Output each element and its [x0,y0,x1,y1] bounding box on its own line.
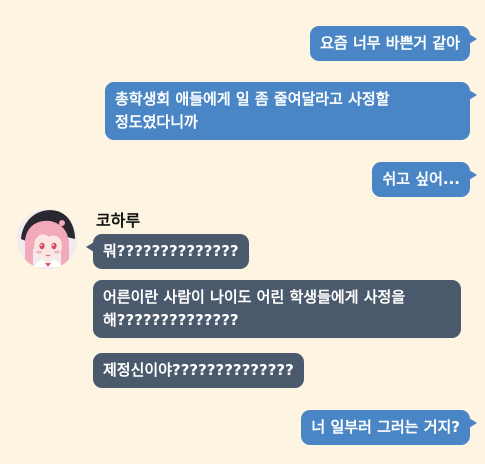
message-bubble-outgoing: 요즘 너무 바쁜거 같아 [310,26,477,61]
avatar-icon [17,209,77,269]
message-text: 쉬고 싶어... [382,170,460,188]
message-bubble-incoming: 제정신이야?????????????? [93,353,304,388]
sender-name: 코하루 [96,211,141,230]
message-bubble-incoming: 뭐?????????????? [86,234,249,269]
message-text: 제정신이야?????????????? [103,361,294,379]
message-text: 너 일부러 그러는 거지? [311,418,460,436]
message-bubble-outgoing: 너 일부러 그러는 거지? [301,410,477,445]
message-text: 요즘 너무 바쁜거 같아 [320,34,460,52]
message-bubble-incoming: 어른이란 사람이 나이도 어린 학생들에게 사정을 해?????????????… [93,280,461,338]
message-text: 뭐?????????????? [103,242,239,260]
message-bubble-outgoing: 총학생회 애들에게 일 좀 줄여달라고 사정할 정도였다니까 [105,82,477,140]
avatar[interactable] [17,209,77,269]
message-text: 어른이란 사람이 나이도 어린 학생들에게 사정을 해?????????????… [103,288,406,329]
message-text: 총학생회 애들에게 일 좀 줄여달라고 사정할 정도였다니까 [115,90,390,131]
message-bubble-outgoing: 쉬고 싶어... [372,162,477,197]
